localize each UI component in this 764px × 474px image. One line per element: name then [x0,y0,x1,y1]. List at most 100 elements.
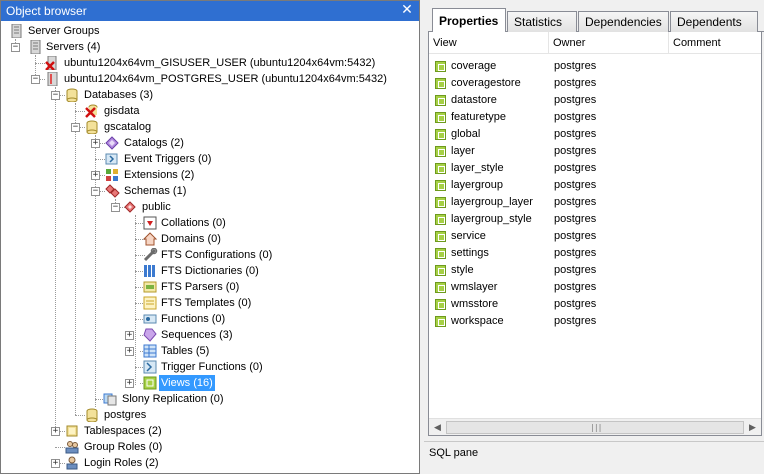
object-tree[interactable]: Server Groups − Servers (4) ubuntu1204x6… [1,21,419,473]
collapse-toggle[interactable]: − [51,91,60,100]
tree-item-label: ubuntu1204x64vm_GISUSER_USER (ubuntu1204… [64,57,376,69]
view-icon [435,95,446,106]
scrollbar-thumb[interactable]: ||| [446,421,744,434]
tree-item-label: FTS Templates (0) [161,297,252,309]
list-item[interactable]: global postgres [429,126,761,143]
view-owner: postgres [554,213,597,225]
tree-item-label: postgres [104,409,147,421]
tree-item-label: FTS Configurations (0) [161,249,273,261]
tree-item-label: Slony Replication (0) [122,393,224,405]
trigger-functions-icon [143,360,157,374]
scroll-left-arrow-icon[interactable]: ◀ [429,419,446,436]
list-item[interactable]: layergroup_style postgres [429,211,761,228]
list-item[interactable]: settings postgres [429,245,761,262]
tab-properties[interactable]: Properties [432,8,506,33]
view-icon [435,163,446,174]
tab-dependents[interactable]: Dependents [670,11,758,32]
views-icon [143,376,157,390]
server-connected-icon [47,72,58,86]
collations-icon [143,216,157,230]
list-item[interactable]: datastore postgres [429,92,761,109]
view-name: featuretype [451,111,507,123]
tree-item-label: Functions (0) [161,313,226,325]
views-list[interactable]: View Owner Comment coverage postgres cover… [428,32,762,436]
tree-item-label: Schemas (1) [124,185,187,197]
view-name: layergroup_layer [451,196,533,208]
sql-pane: SQL pane [424,441,764,474]
tab-dependencies[interactable]: Dependencies [578,11,669,32]
column-header-comment[interactable]: Comment [669,32,764,54]
fts-configurations-icon [143,248,158,262]
collapse-toggle[interactable]: − [31,75,40,84]
list-item[interactable]: style postgres [429,262,761,279]
databases-icon [66,88,78,102]
list-item[interactable]: wmsstore postgres [429,296,761,313]
close-icon[interactable]: ✕ [400,2,414,16]
horizontal-scrollbar[interactable]: ◀ ||| ▶ [429,418,761,435]
column-header-owner[interactable]: Owner [549,32,669,54]
slony-replication-icon [103,393,117,406]
list-item[interactable]: layergroup_layer postgres [429,194,761,211]
list-item[interactable]: layer_style postgres [429,160,761,177]
scroll-right-arrow-icon[interactable]: ▶ [744,419,761,436]
view-icon [435,282,446,293]
view-owner: postgres [554,196,597,208]
list-item[interactable]: coverage postgres [429,58,761,75]
list-item[interactable]: service postgres [429,228,761,245]
view-owner: postgres [554,60,597,72]
view-name: coverage [451,60,497,72]
tree-item-label: Collations (0) [161,217,226,229]
view-icon [435,61,446,72]
collapse-toggle[interactable]: − [11,43,20,52]
view-name: style [451,264,474,276]
catalogs-icon [105,136,119,150]
tree-item-label: Extensions (2) [124,169,195,181]
view-name: coveragestore [451,77,521,89]
view-owner: postgres [554,94,597,106]
list-item[interactable]: layer postgres [429,143,761,160]
server-group-icon [11,24,22,38]
view-owner: postgres [554,128,597,140]
tables-icon [143,344,157,358]
expand-toggle[interactable]: + [51,459,60,468]
tree-item-label: gisdata [104,105,140,117]
expand-toggle[interactable]: + [125,379,134,388]
collapse-toggle[interactable]: − [91,187,100,196]
list-item[interactable]: workspace postgres [429,313,761,330]
column-header-view[interactable]: View [429,32,549,54]
expand-toggle[interactable]: + [91,139,100,148]
view-name: layergroup_style [451,213,532,225]
tree-item-label: Tables (5) [161,345,210,357]
view-icon [435,197,446,208]
view-icon [435,299,446,310]
expand-toggle[interactable]: + [125,331,134,340]
view-owner: postgres [554,162,597,174]
list-item[interactable]: featuretype postgres [429,109,761,126]
list-item[interactable]: wmslayer postgres [429,279,761,296]
view-name: layer [451,145,475,157]
view-owner: postgres [554,145,597,157]
collapse-toggle[interactable]: − [111,203,120,212]
list-item[interactable]: layergroup postgres [429,177,761,194]
view-icon [435,248,446,259]
list-item[interactable]: coveragestore postgres [429,75,761,92]
view-name: layer_style [451,162,504,174]
expand-toggle[interactable]: + [125,347,134,356]
view-owner: postgres [554,179,597,191]
tree-item-label: Databases (3) [84,89,154,101]
tree-item-label: Views (16) [159,375,215,391]
tab-bar: Properties Statistics Dependencies Depen… [428,8,764,33]
object-browser-title: Object browser [6,4,87,18]
properties-panel: Properties Statistics Dependencies Depen… [424,0,764,474]
tab-statistics[interactable]: Statistics [507,11,577,32]
tree-item-label: FTS Parsers (0) [161,281,240,293]
login-roles-icon [66,456,78,470]
view-name: global [451,128,481,140]
database-icon [86,408,98,422]
collapse-toggle[interactable]: − [71,123,80,132]
expand-toggle[interactable]: + [91,171,100,180]
object-browser-panel: Object browser ✕ Server Groups − Servers… [0,0,420,474]
expand-toggle[interactable]: + [51,427,60,436]
servers-icon [30,40,41,54]
view-icon [435,316,446,327]
